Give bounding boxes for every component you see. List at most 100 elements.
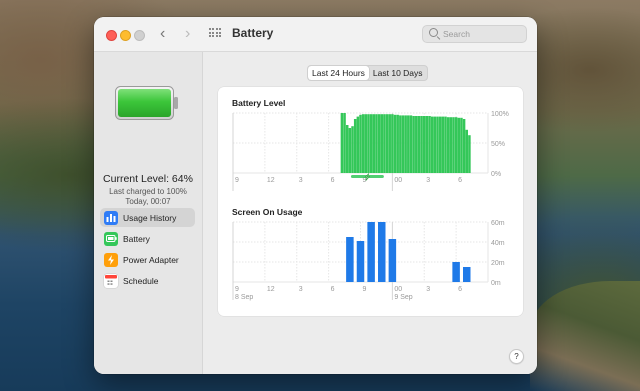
- y-tick-label: 20m: [491, 260, 505, 267]
- x-tick-label: 00: [394, 286, 402, 293]
- y-tick-label: 0%: [491, 171, 501, 178]
- chart-bar: [401, 115, 405, 173]
- x-tick-label: 3: [299, 177, 303, 184]
- help-button[interactable]: ?: [509, 349, 524, 364]
- chart-bar: [375, 114, 378, 173]
- x-tick-label: 6: [458, 286, 462, 293]
- chart-bar: [452, 262, 460, 282]
- sidebar-item-schedule[interactable]: Schedule: [100, 271, 195, 290]
- chart-bar: [385, 114, 389, 173]
- chart-bar: [454, 117, 458, 173]
- chart-bar: [364, 114, 368, 173]
- chart-bar: [457, 117, 461, 173]
- close-window-button[interactable]: [106, 30, 117, 41]
- chart-bar: [425, 116, 429, 173]
- current-level-text: Current Level: 64%: [103, 173, 193, 185]
- x-tick-label: 3: [299, 286, 303, 293]
- sidebar-item-label: Schedule: [123, 275, 159, 286]
- sidebar-item-battery[interactable]: Battery: [100, 229, 195, 248]
- x-tick-label: 3: [426, 177, 430, 184]
- chart-bar: [430, 116, 434, 173]
- chart-bar: [372, 114, 376, 173]
- calendar-icon: [104, 273, 118, 288]
- chart-bar: [438, 116, 442, 173]
- tab-last-10-days[interactable]: Last 10 Days: [369, 66, 427, 80]
- chart-bar: [367, 222, 375, 282]
- chart-bar: [383, 114, 386, 173]
- x-tick-label: 12: [267, 177, 275, 184]
- y-tick-label: 60m: [491, 220, 505, 227]
- chart-bar: [420, 116, 423, 173]
- main-panel: Last 24 Hours Last 10 Days Battery Level…: [203, 52, 537, 374]
- forward-button[interactable]: ›: [185, 25, 190, 43]
- y-tick-label: 50%: [491, 141, 505, 148]
- chart-bar: [367, 114, 370, 173]
- search-icon: [429, 28, 438, 37]
- chart-bar: [359, 114, 362, 173]
- chart-bar: [452, 117, 455, 173]
- chart-bar: [388, 239, 397, 282]
- x-tick-label: 3: [426, 286, 430, 293]
- search-input[interactable]: [443, 27, 523, 41]
- chart-bar: [417, 116, 421, 173]
- chart-bar: [436, 116, 439, 173]
- screen-on-usage-chart: 60m 40m 20m 0m 9 12 3 6 9 00 3 6 8 Sep 9 Sep: [232, 220, 505, 301]
- date-label: 9 Sep: [394, 294, 412, 301]
- x-tick-label: 6: [331, 177, 335, 184]
- chart-bar: [345, 125, 349, 173]
- chart-bar: [444, 116, 447, 173]
- sidebar-item-label: Power Adapter: [123, 254, 179, 265]
- charged-time-text: Today, 00:07: [125, 197, 171, 206]
- chart-bar: [391, 114, 394, 173]
- window-title: Battery: [232, 26, 274, 40]
- x-tick-label: 9: [235, 286, 239, 293]
- chart-bar: [423, 116, 426, 173]
- zoom-window-button[interactable]: [134, 30, 145, 41]
- chart-bar: [407, 115, 410, 173]
- x-tick-label: 6: [458, 177, 462, 184]
- chart-bar: [388, 114, 391, 173]
- chart-bar: [369, 114, 373, 173]
- sidebar-item-power-adapter[interactable]: Power Adapter: [100, 250, 195, 269]
- time-range-selector: Last 24 Hours Last 10 Days: [307, 65, 428, 81]
- search-field[interactable]: [422, 25, 527, 43]
- back-button[interactable]: ‹: [160, 25, 165, 43]
- chart-bar: [346, 237, 354, 282]
- chart-bar: [393, 114, 397, 173]
- power-adapter-icon: [104, 252, 118, 267]
- y-tick-label: 0m: [491, 280, 501, 287]
- chart-bar: [412, 116, 415, 173]
- show-all-grid-icon[interactable]: [209, 28, 221, 40]
- sidebar-item-label: Usage History: [123, 212, 177, 223]
- chart-bar: [396, 114, 399, 173]
- sidebar-item-label: Battery: [123, 233, 150, 244]
- chart-bar: [446, 117, 450, 173]
- chart-bar: [356, 116, 360, 173]
- chart-bar: [468, 135, 471, 173]
- minimize-window-button[interactable]: [120, 30, 131, 41]
- chart-bar: [399, 115, 402, 173]
- chart-bar: [462, 119, 466, 173]
- x-tick-label: 12: [267, 286, 275, 293]
- battery-icon: [104, 231, 118, 246]
- sidebar-item-usage-history[interactable]: Usage History: [100, 208, 195, 227]
- tab-last-24-hours[interactable]: Last 24 Hours: [308, 66, 369, 80]
- chart-bar: [460, 117, 463, 173]
- chart-bar: [378, 222, 386, 282]
- last-charged-text: Last charged to 100%: [109, 187, 187, 196]
- chart-bar: [404, 115, 407, 173]
- chart-bar: [409, 115, 413, 173]
- chart-bar: [433, 116, 437, 173]
- y-tick-label: 100%: [491, 111, 509, 118]
- chart-bar: [343, 113, 346, 173]
- title-bar: ‹ › Battery: [94, 17, 537, 52]
- x-tick-label: 00: [394, 177, 402, 184]
- y-tick-label: 40m: [491, 240, 505, 247]
- chart-bar: [463, 267, 471, 282]
- battery-level-chart: 100%50%0%9 12 3 6 9 00 3 6: [232, 111, 509, 191]
- chart-bar: [348, 128, 352, 173]
- bar-chart-icon: [104, 210, 118, 225]
- chart-bar: [380, 114, 383, 173]
- chart-bar: [449, 117, 453, 173]
- chart-bar: [340, 113, 344, 173]
